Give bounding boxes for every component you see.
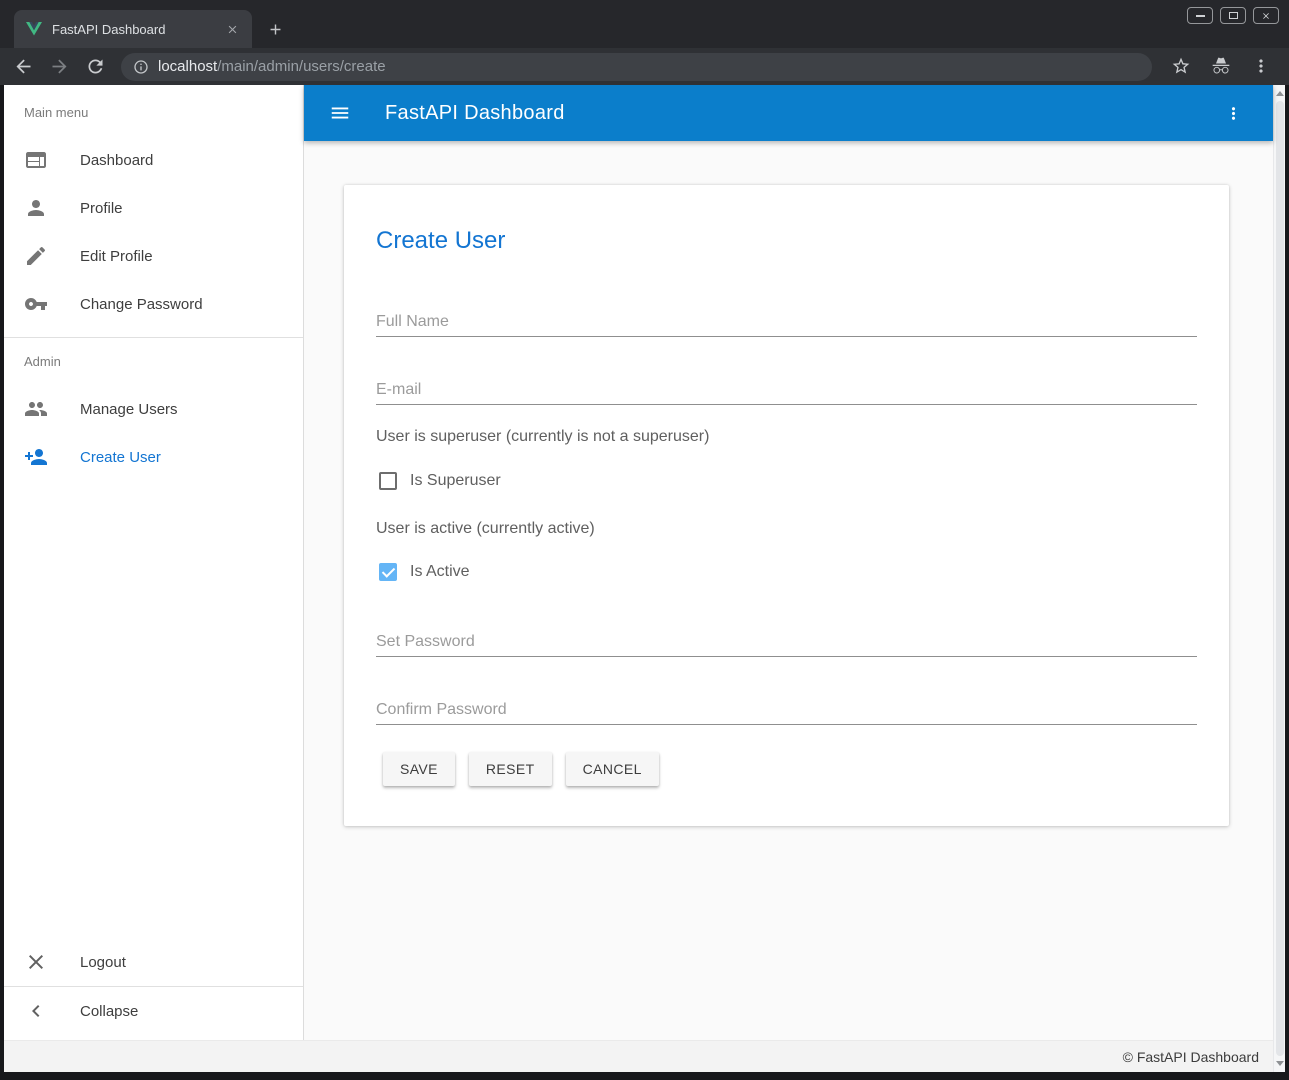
appbar-kebab-icon[interactable] [1221,101,1245,125]
info-icon[interactable] [133,59,149,75]
is-superuser-checkbox[interactable] [379,472,397,490]
cancel-button[interactable]: CANCEL [566,752,659,786]
close-button[interactable] [1253,7,1279,24]
tab-title: FastAPI Dashboard [52,22,224,37]
confirm-password-field[interactable] [376,695,1197,725]
url-host: localhost [158,58,217,75]
copyright-text: © FastAPI Dashboard [1123,1049,1259,1065]
bookmark-star-icon[interactable] [1171,56,1192,77]
minimize-button[interactable] [1187,7,1213,24]
maximize-button[interactable] [1220,7,1246,24]
create-user-card: Create User User is superuser (currently… [344,185,1229,826]
scroll-up-icon[interactable] [1276,91,1284,96]
sidebar: Main menu Dashboard Profile Edit Profile… [4,85,304,1040]
sidebar-item-manage-users[interactable]: Manage Users [4,385,303,433]
sidebar-item-create-user[interactable]: Create User [4,433,303,481]
sidebar-item-label: Dashboard [80,152,153,169]
address-bar[interactable]: localhost/main/admin/users/create [121,53,1152,81]
hamburger-menu-icon[interactable] [328,101,352,125]
sidebar-divider [4,337,303,338]
admin-menu-list: Manage Users Create User [4,385,303,481]
incognito-icon [1211,56,1232,77]
forward-icon[interactable] [49,56,70,77]
person-add-icon [24,445,48,469]
is-active-checkbox[interactable] [379,563,397,581]
minimize-icon [1196,15,1205,17]
web-icon [24,148,48,172]
active-hint: User is active (currently active) [376,518,1197,540]
sidebar-item-label: Edit Profile [80,248,153,265]
main-menu-list: Dashboard Profile Edit Profile Change Pa… [4,136,303,328]
appbar: FastAPI Dashboard [304,85,1273,141]
url-text: localhost/main/admin/users/create [158,58,386,75]
close-icon [1261,11,1271,21]
maximize-icon [1229,12,1238,19]
sidebar-item-label: Logout [80,954,126,971]
sidebar-item-change-password[interactable]: Change Password [4,280,303,328]
page-title: Create User [376,225,1197,257]
save-button[interactable]: SAVE [383,752,455,786]
main-area: Create User User is superuser (currently… [304,141,1273,1040]
chevron-left-icon [24,999,48,1023]
is-superuser-label[interactable]: Is Superuser [410,472,501,490]
is-active-checkbox-row[interactable]: Is Active [376,560,1197,584]
new-tab-button[interactable] [261,15,289,43]
is-superuser-checkbox-row[interactable]: Is Superuser [376,469,1197,493]
sidebar-bottom: Logout Collapse [4,938,303,1035]
sidebar-item-collapse[interactable]: Collapse [4,987,303,1035]
person-icon [24,196,48,220]
sidebar-item-profile[interactable]: Profile [4,184,303,232]
set-password-field[interactable] [376,627,1197,657]
reload-icon[interactable] [85,56,106,77]
sidebar-item-dashboard[interactable]: Dashboard [4,136,303,184]
reset-button[interactable]: RESET [469,752,552,786]
sidebar-item-label: Change Password [80,296,203,313]
email-field[interactable] [376,375,1197,405]
scroll-down-icon[interactable] [1276,1061,1284,1066]
is-active-label[interactable]: Is Active [410,563,470,581]
back-icon[interactable] [13,56,34,77]
pencil-icon [24,244,48,268]
browser-menu-kebab-icon[interactable] [1251,56,1272,77]
sidebar-item-label: Collapse [80,1003,138,1020]
browser-titlebar: FastAPI Dashboard [0,0,1289,48]
appbar-title: FastAPI Dashboard [385,102,565,125]
sidebar-section-main-menu: Main menu [24,101,303,125]
close-x-icon [24,950,48,974]
page-content: Main menu Dashboard Profile Edit Profile… [4,85,1285,1072]
window-controls [1187,7,1279,24]
sidebar-item-label: Profile [80,200,123,217]
people-icon [24,397,48,421]
tab-close-icon[interactable] [224,21,240,37]
key-icon [24,292,48,316]
toolbar-actions [1167,56,1276,77]
url-path: /main/admin/users/create [217,58,385,75]
sidebar-section-admin: Admin [24,350,303,374]
sidebar-item-label: Manage Users [80,401,178,418]
full-name-field[interactable] [376,307,1197,337]
form-actions: SAVE RESET CANCEL [376,752,1197,786]
scrollbar-thumb[interactable] [1276,101,1284,1056]
sidebar-item-label: Create User [80,449,161,466]
browser-toolbar: localhost/main/admin/users/create [0,48,1289,85]
sidebar-item-edit-profile[interactable]: Edit Profile [4,232,303,280]
page-footer: © FastAPI Dashboard [4,1040,1273,1072]
vertical-scrollbar[interactable] [1273,85,1285,1072]
vue-favicon [26,21,42,37]
sidebar-item-logout[interactable]: Logout [4,938,303,986]
superuser-hint: User is superuser (currently is not a su… [376,426,1197,448]
browser-tab[interactable]: FastAPI Dashboard [14,10,252,48]
